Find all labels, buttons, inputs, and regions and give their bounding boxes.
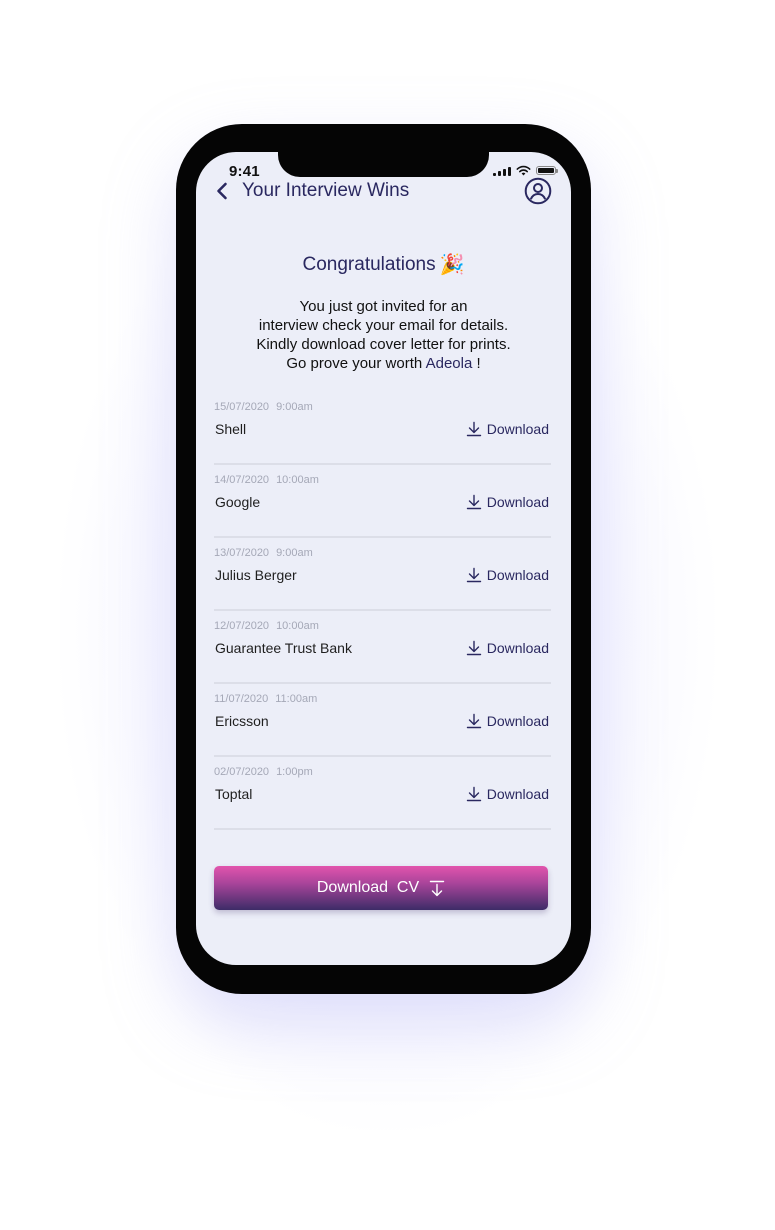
message-line: You just got invited for an: [299, 298, 468, 315]
wifi-icon: [516, 165, 531, 176]
company-name: Shell: [215, 421, 247, 437]
company-name: Google: [215, 494, 261, 510]
list-item: 14/07/2020 10:00am Google Download: [214, 465, 551, 538]
interview-datetime: 15/07/2020 9:00am: [214, 401, 313, 413]
download-button[interactable]: Download: [466, 421, 549, 437]
back-button[interactable]: [213, 180, 231, 202]
interview-datetime: 14/07/2020 10:00am: [214, 474, 319, 486]
interview-time: 10:00am: [276, 620, 319, 632]
download-label: Download: [486, 786, 549, 802]
download-cv-label: Download CV: [316, 879, 420, 896]
download-cv-button[interactable]: Download CV: [214, 866, 548, 910]
interview-date: 13/07/2020: [214, 547, 270, 559]
message-line: Go prove your worth: [286, 355, 423, 372]
company-name: Julius Berger: [215, 567, 297, 583]
congrats-message: You just got invited for an interview ch…: [226, 297, 541, 373]
download-button[interactable]: Download: [466, 713, 549, 729]
interview-time: 10:00am: [276, 474, 319, 486]
app-screen: 9:41 Your Interview Wins Congratulations…: [196, 152, 571, 965]
download-label: Download: [486, 713, 549, 729]
phone-frame: 9:41 Your Interview Wins Congratulations…: [176, 124, 591, 994]
list-item: 15/07/2020 9:00am Shell Download: [214, 392, 551, 465]
party-popper-icon: 🎉: [439, 254, 465, 276]
congrats-heading: Congratulations 🎉: [196, 252, 571, 277]
download-label: Download: [486, 640, 549, 656]
message-suffix: !: [476, 355, 481, 372]
download-label: Download: [486, 494, 549, 510]
download-button[interactable]: Download: [466, 640, 549, 656]
download-icon: [466, 567, 481, 583]
download-icon: [466, 640, 481, 656]
interview-datetime: 12/07/2020 10:00am: [214, 620, 319, 632]
interview-date: 12/07/2020: [214, 620, 270, 632]
company-name: Ericsson: [215, 713, 269, 729]
interview-datetime: 13/07/2020 9:00am: [214, 547, 313, 559]
list-item: 11/07/2020 11:00am Ericsson Download: [214, 684, 551, 757]
signal-icon: [493, 166, 511, 176]
message-line-with-name: Go prove your worth Adeola !: [226, 354, 541, 373]
congrats-title-wrap: Congratulations 🎉: [303, 252, 465, 277]
user-name: Adeola: [425, 355, 473, 372]
battery-icon: [536, 166, 558, 175]
message-line: interview check your email for details.: [258, 317, 509, 334]
download-icon: [466, 494, 481, 510]
status-icons: [493, 165, 558, 176]
interview-datetime: 02/07/2020 1:00pm: [214, 766, 313, 778]
user-circle-icon: [524, 177, 552, 205]
list-item: 12/07/2020 10:00am Guarantee Trust Bank D…: [214, 611, 551, 684]
header: Your Interview Wins: [196, 176, 571, 206]
chevron-left-icon: [217, 182, 227, 200]
download-button[interactable]: Download: [466, 567, 549, 583]
download-icon: [466, 713, 481, 729]
download-button[interactable]: Download: [466, 494, 549, 510]
interview-date: 14/07/2020: [214, 474, 270, 486]
congrats-title: Congratulations: [302, 253, 436, 275]
interview-time: 1:00pm: [276, 766, 313, 778]
download-icon: [466, 421, 481, 437]
interview-date: 02/07/2020: [214, 766, 270, 778]
message-line: Kindly download cover letter for prints.: [256, 336, 511, 353]
download-cv-icon: [429, 880, 445, 896]
list-item: 13/07/2020 9:00am Julius Berger Download: [214, 538, 551, 611]
divider: [214, 828, 551, 830]
interview-datetime: 11/07/2020 11:00am: [214, 693, 317, 705]
company-name: Toptal: [215, 786, 253, 802]
list-item: 02/07/2020 1:00pm Toptal Download: [214, 757, 551, 830]
interview-date: 15/07/2020: [214, 401, 270, 413]
interview-date: 11/07/2020: [214, 693, 269, 705]
interview-time: 9:00am: [276, 547, 313, 559]
download-label: Download: [486, 421, 549, 437]
interview-time: 9:00am: [276, 401, 313, 413]
interview-time: 11:00am: [275, 693, 318, 705]
interview-list: 15/07/2020 9:00am Shell Download 14/07/20…: [214, 392, 551, 830]
phone-notch: [278, 152, 489, 177]
download-icon: [466, 786, 481, 802]
company-name: Guarantee Trust Bank: [215, 640, 352, 656]
download-button[interactable]: Download: [466, 786, 549, 802]
profile-button[interactable]: [524, 177, 552, 205]
page-title: Your Interview Wins: [242, 180, 410, 201]
download-label: Download: [486, 567, 549, 583]
